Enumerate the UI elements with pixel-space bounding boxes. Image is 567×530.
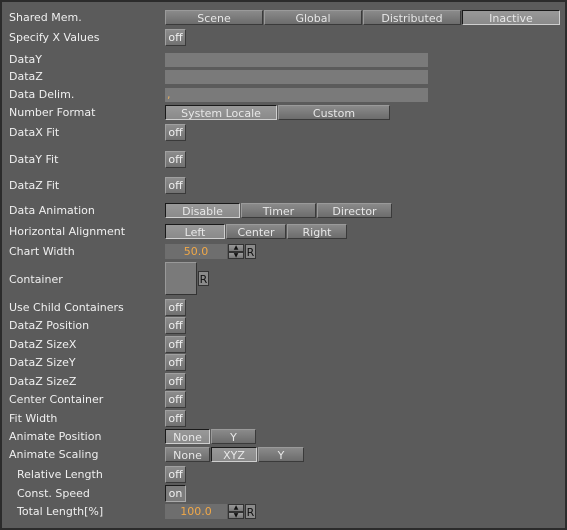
- label-const-speed: Const. Speed: [17, 487, 90, 500]
- label-dataz: DataZ: [9, 70, 43, 83]
- dataz-input[interactable]: [165, 70, 428, 84]
- shared-mem-option-distributed[interactable]: Distributed: [363, 10, 461, 25]
- control-center-container: off: [165, 391, 186, 408]
- label-chart-width: Chart Width: [9, 245, 75, 258]
- specify-x-values-toggle[interactable]: off: [165, 29, 186, 46]
- chart-width-spinner[interactable]: ▲ ▼: [228, 244, 244, 259]
- control-dataz-sizex: off: [165, 336, 186, 353]
- animate-scaling-option-y[interactable]: Y: [258, 447, 304, 462]
- relative-length-toggle[interactable]: off: [165, 466, 186, 483]
- control-dataz-fit: off: [165, 177, 186, 194]
- dataz-position-toggle[interactable]: off: [165, 317, 186, 334]
- label-horizontal-alignment: Horizontal Alignment: [9, 225, 126, 238]
- chart-width-reset-button[interactable]: R: [245, 244, 256, 259]
- data-animation-option-disable[interactable]: Disable: [165, 203, 240, 218]
- control-animate-position: None Y: [165, 429, 257, 444]
- container-drop-slot[interactable]: [165, 262, 197, 295]
- label-relative-length: Relative Length: [17, 468, 103, 481]
- label-animate-position: Animate Position: [9, 430, 102, 443]
- control-dataz-position: off: [165, 317, 186, 334]
- control-animate-scaling: None XYZ Y: [165, 447, 305, 462]
- total-length-value-field[interactable]: 100.0: [165, 504, 227, 519]
- use-child-containers-toggle[interactable]: off: [165, 299, 186, 316]
- animate-position-option-none[interactable]: None: [165, 429, 210, 444]
- horizontal-alignment-option-left[interactable]: Left: [165, 224, 225, 239]
- control-total-length: 100.0 ▲ ▼ R: [165, 504, 256, 519]
- label-dataz-sizey: DataZ SizeY: [9, 356, 76, 369]
- control-horizontal-alignment: Left Center Right: [165, 224, 348, 239]
- datay-input[interactable]: [165, 53, 428, 67]
- control-data-animation: Disable Timer Director: [165, 203, 393, 218]
- shared-mem-option-inactive[interactable]: Inactive: [462, 10, 560, 25]
- animate-scaling-option-xyz[interactable]: XYZ: [211, 447, 257, 462]
- control-fit-width: off: [165, 410, 186, 427]
- control-specify-x-values: off: [165, 29, 186, 46]
- number-format-option-system-locale[interactable]: System Locale: [165, 105, 277, 120]
- chart-width-value-field[interactable]: 50.0: [165, 244, 227, 259]
- animate-scaling-option-none[interactable]: None: [165, 447, 210, 462]
- fit-width-toggle[interactable]: off: [165, 410, 186, 427]
- control-datax-fit: off: [165, 124, 186, 141]
- horizontal-alignment-option-center[interactable]: Center: [226, 224, 286, 239]
- animate-position-option-y[interactable]: Y: [211, 429, 256, 444]
- label-use-child-containers: Use Child Containers: [9, 301, 124, 314]
- control-shared-mem: Scene Global Distributed Inactive: [165, 10, 561, 25]
- control-use-child-containers: off: [165, 299, 186, 316]
- arrow-down-icon[interactable]: ▼: [228, 511, 244, 519]
- dataz-fit-toggle[interactable]: off: [165, 177, 186, 194]
- properties-panel: Shared Mem. Scene Global Distributed Inactiv…: [2, 2, 565, 528]
- label-animate-scaling: Animate Scaling: [9, 448, 99, 461]
- dataz-sizez-toggle[interactable]: off: [165, 373, 186, 390]
- const-speed-toggle[interactable]: on: [165, 485, 186, 502]
- control-dataz-sizez: off: [165, 373, 186, 390]
- label-fit-width: Fit Width: [9, 412, 58, 425]
- label-shared-mem: Shared Mem.: [9, 11, 82, 24]
- control-datay: [165, 53, 428, 67]
- label-total-length: Total Length[%]: [17, 505, 104, 518]
- label-dataz-sizex: DataZ SizeX: [9, 338, 77, 351]
- label-datay-fit: DataY Fit: [9, 153, 59, 166]
- center-container-toggle[interactable]: off: [165, 391, 186, 408]
- label-data-animation: Data Animation: [9, 204, 95, 217]
- control-chart-width: 50.0 ▲ ▼ R: [165, 244, 256, 259]
- total-length-spinner[interactable]: ▲ ▼: [228, 504, 244, 519]
- datax-fit-toggle[interactable]: off: [165, 124, 186, 141]
- horizontal-alignment-option-right[interactable]: Right: [287, 224, 347, 239]
- control-number-format: System Locale Custom: [165, 105, 391, 120]
- label-data-delim: Data Delim.: [9, 88, 75, 101]
- number-format-option-custom[interactable]: Custom: [278, 105, 390, 120]
- shared-mem-option-global[interactable]: Global: [264, 10, 362, 25]
- dataz-sizey-toggle[interactable]: off: [165, 354, 186, 371]
- label-dataz-fit: DataZ Fit: [9, 179, 60, 192]
- dataz-sizex-toggle[interactable]: off: [165, 336, 186, 353]
- control-dataz-sizey: off: [165, 354, 186, 371]
- arrow-up-icon[interactable]: ▲: [228, 504, 244, 512]
- total-length-reset-button[interactable]: R: [245, 504, 256, 519]
- data-delim-input[interactable]: [165, 88, 428, 102]
- label-center-container: Center Container: [9, 393, 104, 406]
- datay-fit-toggle[interactable]: off: [165, 151, 186, 168]
- label-container: Container: [9, 273, 63, 286]
- container-reset-button[interactable]: R: [198, 271, 209, 286]
- control-data-delim: [165, 88, 428, 102]
- arrow-up-icon[interactable]: ▲: [228, 244, 244, 252]
- control-dataz: [165, 70, 428, 84]
- arrow-down-icon[interactable]: ▼: [228, 251, 244, 259]
- label-dataz-sizez: DataZ SizeZ: [9, 375, 77, 388]
- label-datay: DataY: [9, 53, 42, 66]
- label-number-format: Number Format: [9, 106, 96, 119]
- label-dataz-position: DataZ Position: [9, 319, 90, 332]
- label-datax-fit: DataX Fit: [9, 126, 60, 139]
- label-specify-x-values: Specify X Values: [9, 31, 100, 44]
- control-datay-fit: off: [165, 151, 186, 168]
- control-container: R: [165, 262, 209, 295]
- control-const-speed: on: [165, 485, 186, 502]
- control-relative-length: off: [165, 466, 186, 483]
- data-animation-option-director[interactable]: Director: [317, 203, 392, 218]
- shared-mem-option-scene[interactable]: Scene: [165, 10, 263, 25]
- data-animation-option-timer[interactable]: Timer: [241, 203, 316, 218]
